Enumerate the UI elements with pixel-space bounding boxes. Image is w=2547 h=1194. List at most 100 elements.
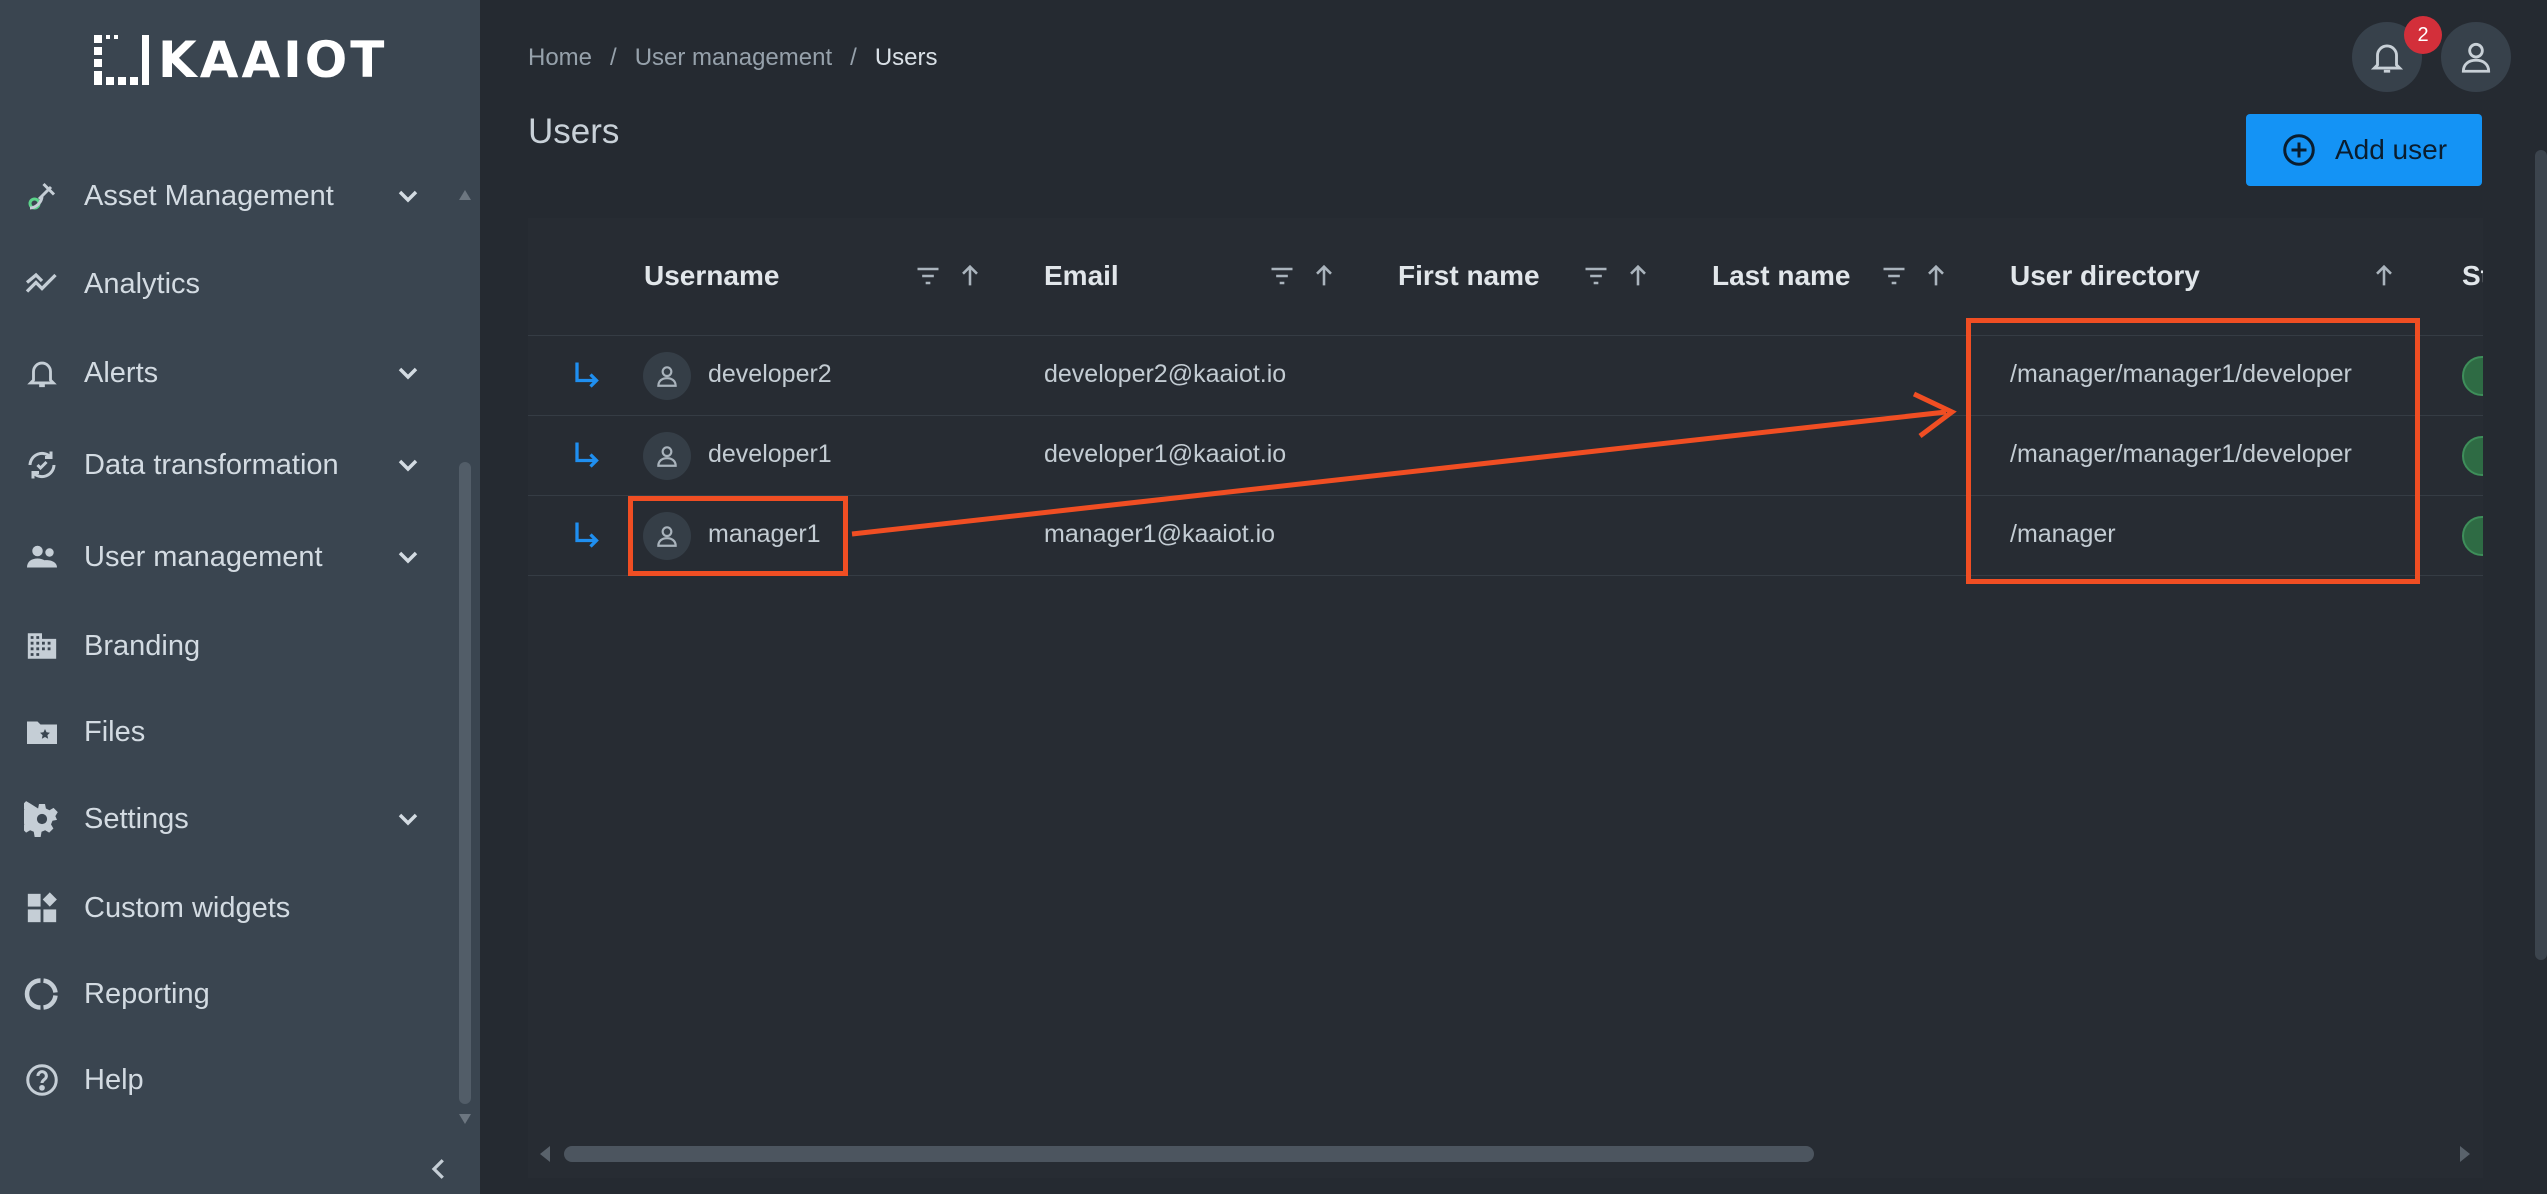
status-badge xyxy=(2462,516,2483,556)
user-icon xyxy=(657,446,677,467)
sidebar-item-analytics[interactable]: Analytics xyxy=(24,254,424,314)
column-header-username[interactable]: Username xyxy=(644,260,779,292)
cell-email: manager1@kaaiot.io xyxy=(1044,520,1276,548)
bell-icon xyxy=(24,355,60,391)
scroll-left-icon[interactable] xyxy=(538,1146,550,1162)
sort-up-icon[interactable] xyxy=(2370,262,2398,290)
horizontal-scrollbar-thumb[interactable] xyxy=(564,1146,1814,1162)
user-icon xyxy=(2461,42,2491,73)
filter-icon[interactable] xyxy=(1880,262,1908,290)
column-header-first-name[interactable]: First name xyxy=(1398,260,1540,292)
scroll-up-icon[interactable] xyxy=(459,190,471,200)
building-icon xyxy=(24,628,60,664)
sidebar-item-user-management[interactable]: User management xyxy=(24,527,424,587)
profile-button[interactable] xyxy=(2441,22,2511,92)
annotation-highlight-directory xyxy=(1966,318,2420,584)
satellite-icon xyxy=(24,178,60,214)
page-scrollbar-thumb[interactable] xyxy=(2535,150,2547,960)
sidebar-item-data-transformation[interactable]: Data transformation xyxy=(24,435,424,495)
sidebar-item-alerts[interactable]: Alerts xyxy=(24,343,424,403)
sidebar-item-custom-widgets[interactable]: Custom widgets xyxy=(24,878,424,938)
filter-icon[interactable] xyxy=(914,262,942,290)
sidebar-item-label: Alerts xyxy=(84,356,159,389)
cell-username[interactable]: developer1 xyxy=(708,440,832,469)
user-icon xyxy=(657,366,677,387)
user-directory-sort-controls xyxy=(2370,262,2398,290)
kaaiot-logo-icon xyxy=(94,35,149,85)
app-root: KAAIOT Asset Management Analytics Alerts… xyxy=(0,0,2547,1194)
sidebar-item-label: Branding xyxy=(84,629,201,662)
logo[interactable]: KAAIOT xyxy=(92,30,387,90)
breadcrumb-user-management[interactable]: User management xyxy=(635,44,832,72)
column-header-last-name[interactable]: Last name xyxy=(1712,260,1851,292)
breadcrumb-separator: / xyxy=(610,44,617,71)
sidebar-item-asset-management[interactable]: Asset Management xyxy=(24,166,424,226)
sidebar-item-label: Analytics xyxy=(84,267,201,300)
chevron-down-icon[interactable] xyxy=(392,541,424,573)
sync-icon xyxy=(24,447,60,483)
sidebar-item-branding[interactable]: Branding xyxy=(24,616,424,676)
add-user-button[interactable]: Add user xyxy=(2246,114,2482,186)
breadcrumb-current: Users xyxy=(874,44,938,71)
donut-icon xyxy=(24,976,60,1012)
sidebar-item-settings[interactable]: Settings xyxy=(24,789,424,849)
status-badge xyxy=(2462,356,2483,396)
last-name-sort-controls xyxy=(1880,262,1950,290)
breadcrumb-separator: / xyxy=(850,44,857,71)
breadcrumb: Home / User management / Users xyxy=(528,44,937,72)
avatar xyxy=(643,352,691,400)
sidebar-item-label: Data transformation xyxy=(84,448,339,481)
sidebar: KAAIOT Asset Management Analytics Alerts… xyxy=(0,0,480,1194)
scroll-right-icon[interactable] xyxy=(2460,1146,2472,1162)
email-sort-controls xyxy=(1268,262,1338,290)
sidebar-item-label: Asset Management xyxy=(84,179,334,212)
sidebar-item-reporting[interactable]: Reporting xyxy=(24,964,424,1024)
username-sort-controls xyxy=(914,262,984,290)
sort-up-icon[interactable] xyxy=(1922,262,1950,290)
cell-username[interactable]: developer2 xyxy=(708,360,832,389)
status-badge xyxy=(2462,436,2483,476)
sidebar-item-files[interactable]: Files xyxy=(24,702,424,762)
folder-star-icon xyxy=(24,714,60,750)
sidebar-item-label: Custom widgets xyxy=(84,891,291,924)
filter-icon[interactable] xyxy=(1582,262,1610,290)
users-icon xyxy=(24,539,60,575)
sidebar-item-label: User management xyxy=(84,540,323,573)
filter-icon[interactable] xyxy=(1268,262,1296,290)
collapse-sidebar-icon[interactable] xyxy=(424,1154,454,1184)
sidebar-item-label: Settings xyxy=(84,802,189,835)
breadcrumb-home[interactable]: Home xyxy=(528,44,592,72)
sidebar-item-label: Files xyxy=(84,715,146,748)
sort-up-icon[interactable] xyxy=(1310,262,1338,290)
gear-icon xyxy=(24,801,60,837)
chevron-down-icon[interactable] xyxy=(392,357,424,389)
chevron-down-icon[interactable] xyxy=(392,803,424,835)
cell-email: developer1@kaaiot.io xyxy=(1044,440,1287,468)
avatar xyxy=(643,432,691,480)
cell-email: developer2@kaaiot.io xyxy=(1044,360,1287,388)
sidebar-scrollbar-thumb[interactable] xyxy=(459,462,471,1104)
subdirectory-arrow-icon xyxy=(575,362,599,388)
analytics-icon xyxy=(24,266,60,302)
sort-up-icon[interactable] xyxy=(956,262,984,290)
first-name-sort-controls xyxy=(1582,262,1652,290)
widgets-icon xyxy=(24,890,60,926)
column-header-user-directory[interactable]: User directory xyxy=(2010,260,2200,292)
scroll-down-icon[interactable] xyxy=(459,1114,471,1124)
annotation-highlight-username xyxy=(628,496,848,576)
sidebar-item-label: Reporting xyxy=(84,977,210,1010)
subdirectory-arrow-icon xyxy=(575,522,599,548)
notification-count-badge: 2 xyxy=(2404,16,2442,54)
bell-icon xyxy=(2370,44,2404,73)
column-header-status[interactable]: St xyxy=(2462,260,2483,292)
chevron-down-icon[interactable] xyxy=(392,449,424,481)
subdirectory-arrow-icon xyxy=(575,442,599,468)
plus-circle-icon xyxy=(2283,134,2315,166)
column-header-email[interactable]: Email xyxy=(1044,260,1119,292)
sidebar-item-help[interactable]: Help xyxy=(24,1050,424,1110)
page-title: Users xyxy=(528,112,620,151)
logo-text: KAAIOT xyxy=(158,31,388,89)
sort-up-icon[interactable] xyxy=(1624,262,1652,290)
add-user-label: Add user xyxy=(2334,134,2448,165)
chevron-down-icon[interactable] xyxy=(392,180,424,212)
